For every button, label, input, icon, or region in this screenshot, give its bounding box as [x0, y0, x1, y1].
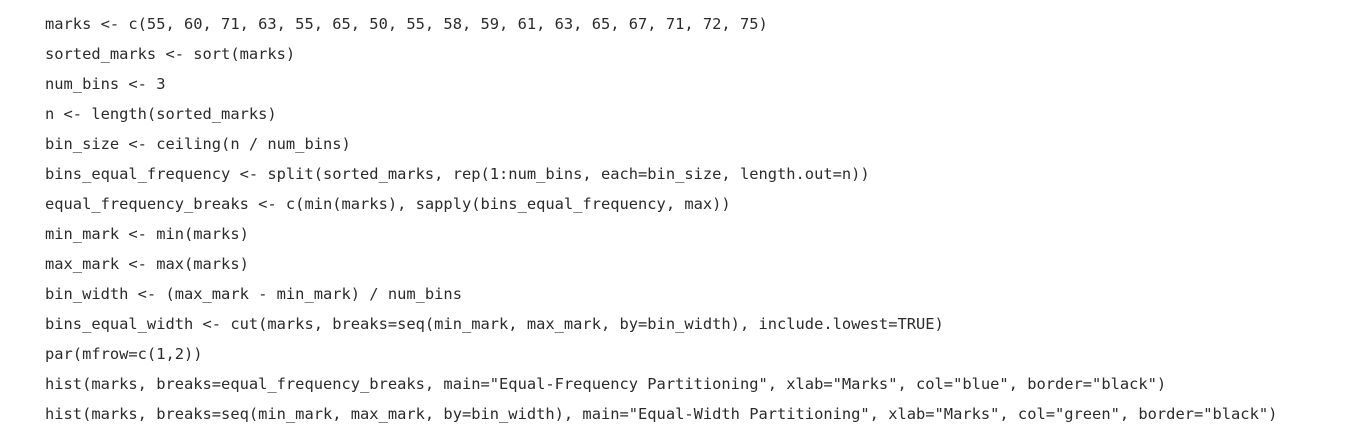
- code-line: min_mark <- min(marks): [45, 225, 249, 243]
- code-line: max_mark <- max(marks): [45, 255, 249, 273]
- code-line: bins_equal_width <- cut(marks, breaks=se…: [45, 315, 944, 333]
- code-block: marks <- c(55, 60, 71, 63, 55, 65, 50, 5…: [45, 9, 1277, 429]
- code-line: bin_size <- ceiling(n / num_bins): [45, 135, 351, 153]
- code-line: sorted_marks <- sort(marks): [45, 45, 296, 63]
- code-line: par(mfrow=c(1,2)): [45, 345, 203, 363]
- code-line: num_bins <- 3: [45, 75, 166, 93]
- code-line: hist(marks, breaks=equal_frequency_break…: [45, 375, 1167, 393]
- code-line: bins_equal_frequency <- split(sorted_mar…: [45, 165, 870, 183]
- code-line: hist(marks, breaks=seq(min_mark, max_mar…: [45, 405, 1278, 423]
- code-line: equal_frequency_breaks <- c(min(marks), …: [45, 195, 731, 213]
- code-line: marks <- c(55, 60, 71, 63, 55, 65, 50, 5…: [45, 15, 768, 33]
- code-line: bin_width <- (max_mark - min_mark) / num…: [45, 285, 462, 303]
- code-line: n <- length(sorted_marks): [45, 105, 277, 123]
